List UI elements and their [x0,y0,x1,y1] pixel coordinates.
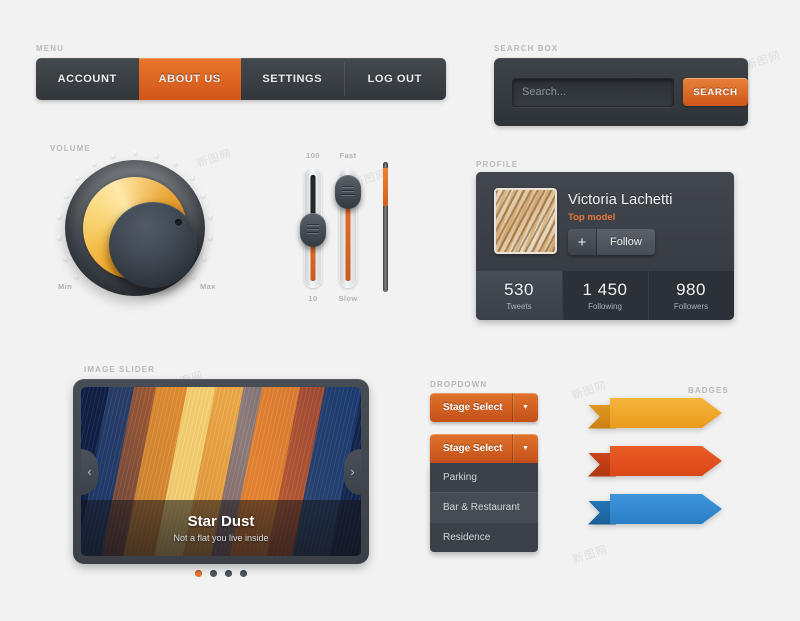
menu-item-account[interactable]: ACCOUNT [36,58,139,100]
menu-item-log-out[interactable]: LOG OUT [343,58,447,100]
knob-tick [57,213,63,219]
slider-3-track[interactable] [383,162,388,292]
profile-header: Victoria Lachetti Top model + Follow [476,172,734,271]
slider-1-top-label: 100 [306,151,320,160]
knob-tick [207,235,213,241]
knob-tick [153,152,159,158]
badge-orange[interactable] [588,398,722,429]
slider-3-fill [383,168,388,206]
dropdown-option-residence[interactable]: Residence [430,522,538,552]
slider-2-bottom-label: Slow [338,294,358,303]
image-slider: ‹ › Star Dust Not a flat you live inside [73,379,369,564]
search-button[interactable]: SEARCH [683,78,748,106]
knob-tick [62,256,68,262]
menu-caption: MENU [36,44,64,53]
badge-blue-body [610,494,722,524]
slide-subtitle: Not a flat you live inside [173,533,269,543]
knob-tick [111,152,117,158]
slider-dot-2[interactable] [210,570,217,577]
knob-tick [75,175,81,181]
dropdown-options-list: Parking Bar & Restaurant Residence [430,463,538,552]
knob-tick [74,274,80,280]
stat-tweets[interactable]: 530 Tweets [476,271,562,320]
slider-speed-2[interactable]: Fast Slow [335,151,361,303]
stat-followers[interactable]: 980 Followers [648,271,734,320]
slider-1-handle[interactable] [300,213,326,247]
knob-tick [91,161,97,167]
knob-tick [202,256,208,262]
slide-title: Star Dust [187,513,255,530]
search-caption: SEARCH BOX [494,44,559,53]
profile-stats: 530 Tweets 1 450 Following 980 Followers [476,271,734,320]
ui-kit-stage: 新图网 新图网 新图网 新图网 新图网 新图网 MENU ACCOUNT ABO… [0,0,800,621]
dropdown-closed-label: Stage Select [443,402,503,413]
slider-thin-3[interactable] [383,162,388,292]
menu-item-settings[interactable]: SETTINGS [241,58,344,100]
stat-tweets-value: 530 [504,280,534,299]
dropdown-option-parking[interactable]: Parking [430,463,538,492]
slider-2-top-label: Fast [339,151,357,160]
stat-followers-label: Followers [673,302,709,311]
stat-tweets-label: Tweets [506,302,532,311]
prev-arrow-icon[interactable]: ‹ [81,448,98,495]
knob-tick [207,213,213,219]
plus-icon: + [568,229,597,255]
badge-red-body [610,446,722,476]
follow-button[interactable]: + Follow [568,229,655,255]
avatar [494,188,557,254]
slider-volume-1[interactable]: 100 10 [300,151,326,303]
chevron-down-icon[interactable]: ▼ [512,434,538,463]
watermark: 新图网 [571,543,610,567]
slider-2-handle[interactable] [335,175,361,209]
knob-cap[interactable] [109,202,197,288]
next-arrow-icon[interactable]: › [344,448,361,495]
badges-caption: BADGES [688,386,729,395]
knob-max-label: Max [200,282,216,291]
stat-following-value: 1 450 [582,280,628,299]
menu-bar: ACCOUNT ABOUT US SETTINGS LOG OUT [36,58,446,100]
slider-dot-3[interactable] [225,570,232,577]
knob-tick [201,193,207,199]
profile-name: Victoria Lachetti [568,192,673,208]
slider-dot-4[interactable] [240,570,247,577]
knob-tick [63,193,69,199]
dropdown-open-label: Stage Select [443,443,503,454]
dropdown-caption: DROPDOWN [430,380,488,389]
knob-tick [189,175,195,181]
badge-blue[interactable] [588,494,722,525]
knob-pointer-icon [175,219,182,226]
slider-dot-1[interactable] [195,570,202,577]
profile-caption: PROFILE [476,160,519,169]
knob-min-label: Min [58,282,73,291]
badge-orange-body [610,398,722,428]
dropdown-option-bar-restaurant[interactable]: Bar & Restaurant [430,492,538,522]
stat-followers-value: 980 [676,280,706,299]
badge-red[interactable] [588,446,722,477]
profile-role: Top model [568,212,616,223]
search-input[interactable] [512,77,674,107]
knob-gold-ring [83,177,197,288]
knob-tick [173,161,179,167]
knob-outer-ring [65,160,205,296]
slide-caption: Star Dust Not a flat you live inside [81,500,361,556]
dropdown-open-header[interactable]: Stage Select ▼ [430,434,538,463]
slider-dots [73,570,369,577]
knob-tick [132,149,138,155]
profile-card: Victoria Lachetti Top model + Follow 530… [476,172,734,320]
knob-tick [190,274,196,280]
stat-following[interactable]: 1 450 Following [562,271,648,320]
slider-1-bottom-label: 10 [308,294,318,303]
stat-following-label: Following [588,302,622,311]
slide-image: ‹ › Star Dust Not a flat you live inside [81,387,361,556]
chevron-down-icon[interactable]: ▼ [512,393,538,422]
menu-item-about-us[interactable]: ABOUT US [138,58,241,100]
image-slider-caption: IMAGE SLIDER [84,365,155,374]
dropdown-closed[interactable]: Stage Select ▼ [430,393,538,422]
follow-button-label: Follow [597,229,655,255]
knob-tick [57,235,63,241]
volume-knob[interactable]: Min Max [42,149,232,302]
watermark: 新图网 [744,49,783,73]
search-box-panel: SEARCH [494,58,748,126]
